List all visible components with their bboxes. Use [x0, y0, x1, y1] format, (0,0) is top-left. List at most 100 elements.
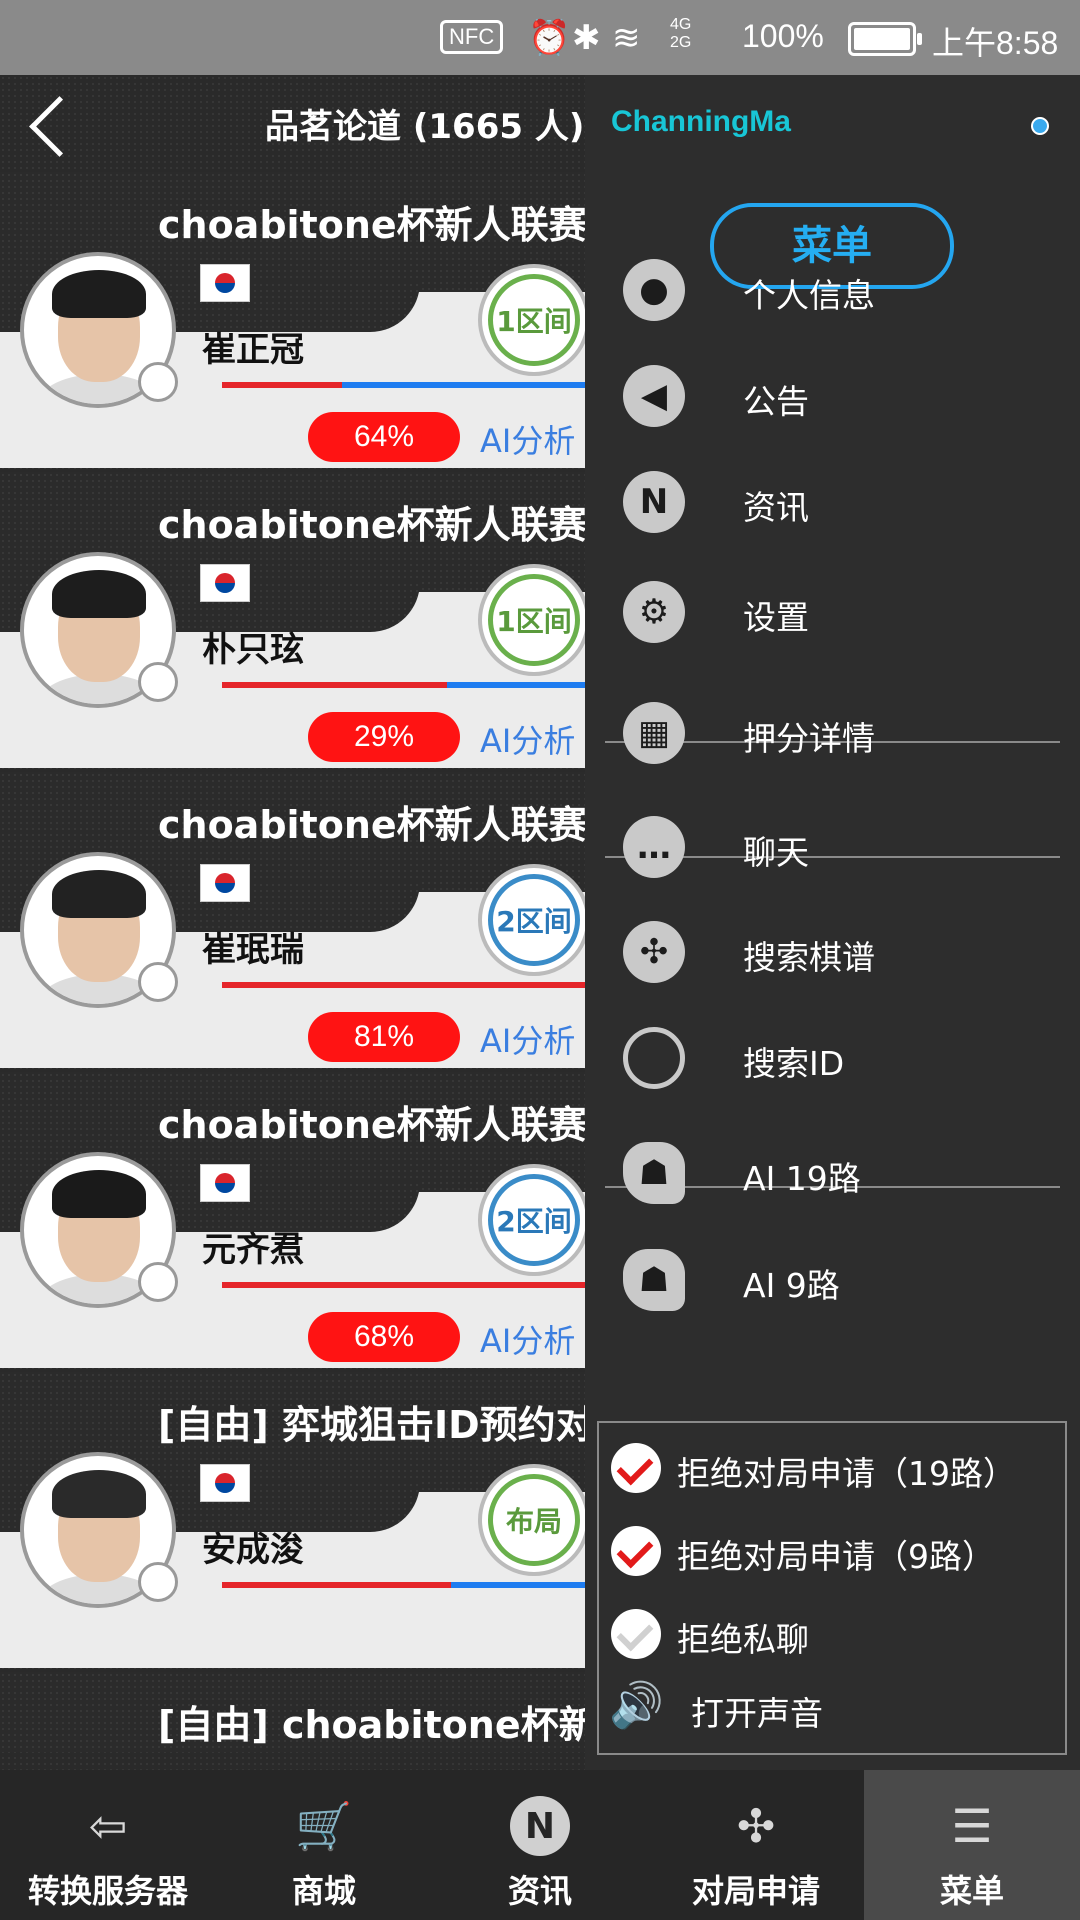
menu-item[interactable]: ✣ 搜索棋谱	[585, 907, 1080, 997]
game-card[interactable]: [自由] choabitone杯新	[0, 1672, 585, 1752]
avatar-hair	[52, 1470, 146, 1518]
win-rate-bar-blue	[451, 1582, 585, 1588]
menu-item[interactable]: ☗ AI 9路	[585, 1235, 1080, 1325]
options-panel: 拒绝对局申请（19路） 拒绝对局申请（9路） 拒绝私聊 🔊 打开声音	[597, 1421, 1067, 1755]
menu-item[interactable]: N 资讯	[585, 457, 1080, 547]
nav-tab[interactable]: 🛒 商城	[216, 1770, 432, 1920]
nav-tab[interactable]: ✣ 对局申请	[648, 1770, 864, 1920]
megaphone-icon: ◀	[623, 365, 685, 427]
option-label: 拒绝对局申请（19路）	[677, 1454, 1016, 1493]
person-icon: ●	[623, 259, 685, 321]
bottom-nav: ⇦ 转换服务器 🛒 商城 N 资讯 ✣ 对局申请 ☰ 菜单	[0, 1770, 1080, 1920]
bluetooth-icon: ✱	[572, 19, 601, 57]
checkmark-icon	[616, 1531, 654, 1569]
menu-item-label: 公告	[743, 382, 809, 421]
flag-emblem	[215, 1173, 235, 1193]
game-card[interactable]: choabitone杯新人联赛元齐焄 2区间 68% AI分析	[0, 1072, 585, 1368]
player-name: 崔正冠	[202, 330, 304, 370]
zone-label: 1区间	[488, 274, 580, 366]
win-rate-bar-red	[222, 1582, 451, 1588]
nav-tab[interactable]: ☰ 菜单	[864, 1770, 1080, 1920]
avatar-hair	[52, 270, 146, 318]
checkmark-icon	[616, 1614, 654, 1652]
username[interactable]: ChanningMa	[611, 105, 791, 139]
win-percentage: 81%	[308, 1012, 460, 1062]
win-rate-bar-red	[222, 682, 447, 688]
battery-percent: 100%	[742, 18, 824, 54]
room-header: 品茗论道 (1665 人)	[0, 75, 585, 170]
win-percentage: 29%	[308, 712, 460, 762]
menu-item[interactable]: ◀ 公告	[585, 351, 1080, 441]
player-name: 元齐焄	[202, 1230, 304, 1270]
menu-item-label: 押分详情	[743, 719, 875, 758]
online-status-dot	[1031, 117, 1049, 135]
option-row[interactable]: 🔊 打开声音	[599, 1673, 1069, 1743]
wifi-icon: ≋	[612, 19, 641, 57]
news-n-icon: N	[623, 471, 685, 533]
option-row[interactable]: 拒绝对局申请（19路）	[599, 1433, 1069, 1503]
player-status-dot	[138, 1562, 178, 1602]
network-icon: 4G 2G	[670, 16, 692, 51]
menu-list-icon: ☰	[951, 1799, 993, 1853]
player-name: 安成浚	[202, 1530, 304, 1570]
zone-badge: 1区间	[478, 264, 585, 376]
ai-analysis-link[interactable]: AI分析	[480, 716, 575, 762]
win-rate-bar-red	[222, 1282, 585, 1288]
ai-analysis-link[interactable]: AI分析	[480, 1016, 575, 1062]
checkbox[interactable]	[611, 1609, 661, 1659]
nfc-indicator: NFC	[440, 20, 504, 54]
zone-label: 2区间	[488, 1174, 580, 1266]
chat-icon: …	[623, 816, 685, 878]
menu-item[interactable]: 搜索ID	[585, 1013, 1080, 1103]
room-title: 品茗论道 (1665 人)	[265, 107, 585, 147]
game-card[interactable]: [自由] 弈城狙击ID预约对局 安成浚 布局	[0, 1372, 585, 1668]
menu-item-label: AI 9路	[743, 1266, 840, 1305]
speaker-icon[interactable]: 🔊	[609, 1679, 664, 1731]
menu-item-label: AI 19路	[743, 1159, 861, 1198]
menu-item[interactable]: … 聊天	[585, 802, 1080, 892]
option-row[interactable]: 拒绝私聊	[599, 1599, 1069, 1669]
game-card[interactable]: choabitone杯新人联赛 崔珉瑞 2区间 81% AI分析	[0, 772, 585, 1068]
ai-analysis-link[interactable]: AI分析	[480, 1316, 575, 1362]
checkmark-icon	[616, 1448, 654, 1486]
nav-tab[interactable]: ⇦ 转换服务器	[0, 1770, 216, 1920]
menu-item[interactable]: ☗ AI 19路	[585, 1128, 1080, 1218]
battery-icon	[848, 22, 922, 56]
magnifier-icon	[623, 1027, 685, 1089]
game-card[interactable]: choabitone杯新人联赛朴只玹 1区间 29% AI分析	[0, 472, 585, 768]
menu-item[interactable]: ● 个人信息	[585, 245, 1080, 335]
player-status-dot	[138, 662, 178, 702]
checkbox[interactable]	[611, 1443, 661, 1493]
room-panel: 品茗论道 (1665 人) choabitone杯新人联赛 崔正冠 1区间 64% AI…	[0, 75, 585, 1770]
nav-tab-label: 商城	[291, 1872, 356, 1910]
menu-item-label: 设置	[743, 598, 809, 637]
gear-icon: ⚙	[623, 581, 685, 643]
option-label: 拒绝对局申请（9路）	[677, 1537, 995, 1576]
player-status-dot	[138, 362, 178, 402]
game-list[interactable]: choabitone杯新人联赛 崔正冠 1区间 64% AI分析 choabitone杯新…	[0, 172, 585, 1762]
game-title: [自由] 弈城狙击ID预约对局	[158, 1403, 585, 1447]
korea-flag-icon	[200, 1164, 250, 1202]
back-chevron-icon[interactable]	[29, 96, 90, 157]
checkbox[interactable]	[611, 1526, 661, 1576]
zone-label: 1区间	[488, 574, 580, 666]
flag-emblem	[215, 273, 235, 293]
nav-tab[interactable]: N 资讯	[432, 1770, 648, 1920]
player-name: 朴只玹	[202, 630, 304, 670]
menu-item[interactable]: ▦ 押分详情	[585, 688, 1080, 778]
menu-item[interactable]: ⚙ 设置	[585, 567, 1080, 657]
game-title: choabitone杯新人联赛	[158, 503, 585, 547]
menu-item-label: 聊天	[743, 833, 809, 872]
win-rate-bar-red	[222, 982, 585, 988]
ai-analysis-link[interactable]: AI分析	[480, 416, 575, 462]
game-card[interactable]: choabitone杯新人联赛 崔正冠 1区间 64% AI分析	[0, 172, 585, 468]
game-title: choabitone杯新人联赛	[158, 1103, 585, 1147]
korea-flag-icon	[200, 564, 250, 602]
option-row[interactable]: 拒绝对局申请（9路）	[599, 1516, 1069, 1586]
menu-item-label: 资讯	[743, 488, 809, 527]
nav-tab-label: 对局申请	[691, 1872, 820, 1910]
zone-badge: 2区间	[478, 864, 585, 976]
win-percentage: 68%	[308, 1312, 460, 1362]
zone-badge: 1区间	[478, 564, 585, 676]
win-rate-bar-red	[222, 382, 342, 388]
